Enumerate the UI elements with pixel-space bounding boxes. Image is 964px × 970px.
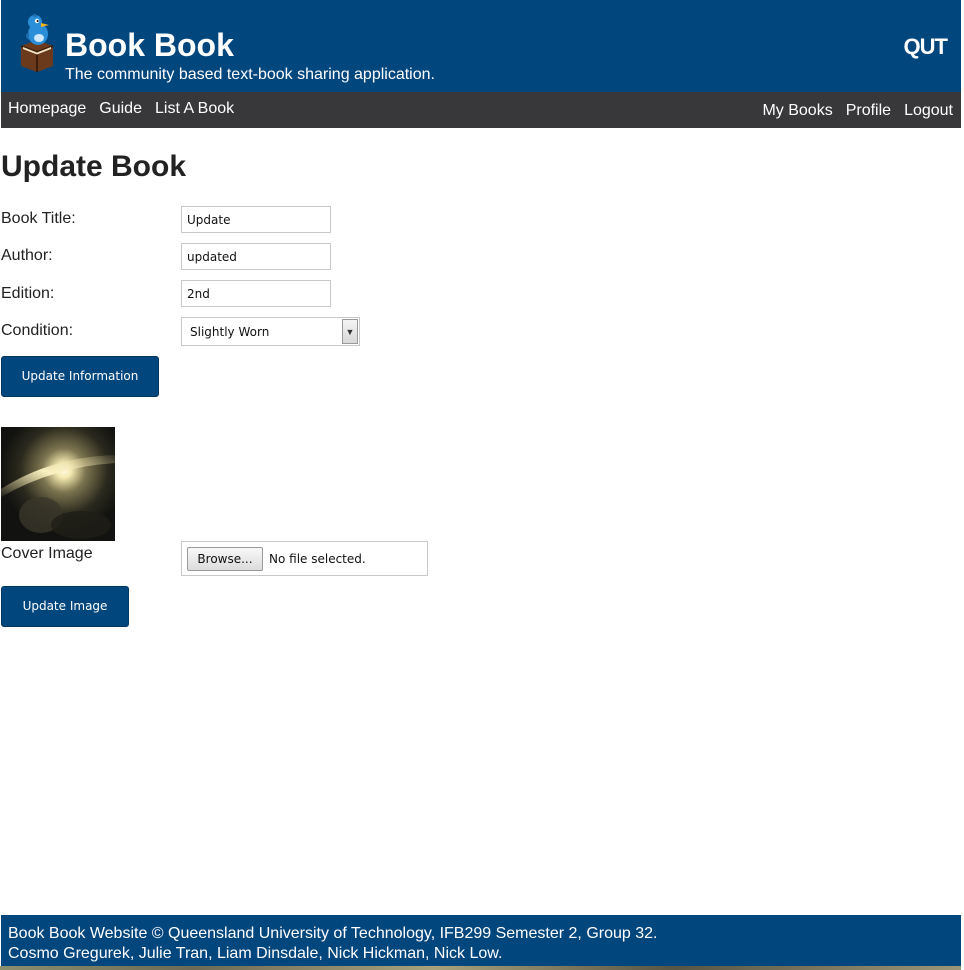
condition-label: Condition: — [1, 322, 74, 339]
site-footer: Book Book Website © Queensland Universit… — [1, 915, 961, 966]
browse-button[interactable]: Browse... — [187, 547, 263, 571]
page-title: Update Book — [1, 150, 187, 183]
cover-image-thumbnail — [1, 427, 115, 541]
author-input[interactable] — [181, 243, 331, 270]
cover-image-file-input[interactable]: Browse... No file selected. — [181, 541, 428, 576]
qut-logo[interactable]: QUT — [904, 34, 948, 60]
nav-link-guide[interactable]: Guide — [99, 100, 142, 118]
update-information-button[interactable]: Update Information — [1, 356, 159, 397]
nav-link-homepage[interactable]: Homepage — [8, 100, 86, 118]
bookbook-logo-icon[interactable] — [17, 13, 57, 72]
site-title: Book Book — [65, 27, 234, 63]
nav-link-profile[interactable]: Profile — [846, 102, 891, 120]
nav-right-group: My Books Profile Logout — [749, 93, 953, 129]
nav-link-logout[interactable]: Logout — [904, 102, 953, 120]
nav-link-my-books[interactable]: My Books — [762, 102, 832, 120]
condition-select[interactable]: Slightly Worn ▼ — [181, 317, 360, 346]
footer-credits: Cosmo Gregurek, Julie Tran, Liam Dinsdal… — [8, 945, 503, 962]
chevron-down-icon[interactable]: ▼ — [342, 319, 358, 344]
nav-link-list-a-book[interactable]: List A Book — [155, 100, 234, 118]
book-title-input[interactable] — [181, 206, 331, 233]
background-strip — [0, 966, 964, 970]
update-image-button[interactable]: Update Image — [1, 586, 129, 627]
site-header: Book Book The community based text-book … — [1, 0, 961, 92]
edition-input[interactable] — [181, 280, 331, 307]
site-tagline: The community based text-book sharing ap… — [65, 66, 435, 83]
nav-left-group: Homepage Guide List A Book — [8, 91, 247, 127]
author-label: Author: — [1, 247, 53, 264]
cover-image-label: Cover Image — [1, 545, 93, 562]
edition-label: Edition: — [1, 285, 55, 302]
main-nav: Homepage Guide List A Book My Books Prof… — [1, 92, 961, 128]
file-status-text: No file selected. — [269, 552, 366, 566]
condition-selected-value: Slightly Worn — [190, 325, 270, 339]
footer-copyright: Book Book Website © Queensland Universit… — [8, 925, 658, 942]
book-title-label: Book Title: — [1, 210, 76, 227]
